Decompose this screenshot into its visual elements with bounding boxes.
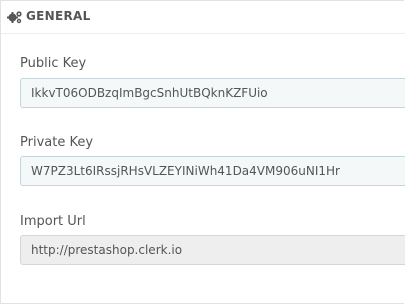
import-url-label: Import Url (20, 214, 86, 229)
panel-title: GENERAL (26, 9, 91, 23)
panel-heading: GENERAL (1, 1, 405, 34)
private-key-input[interactable]: W7PZ3Lt6IRssjRHsVLZEYINiWh41Da4VM906uNI1… (20, 156, 405, 186)
public-key-label: Public Key (20, 56, 87, 71)
import-url-input[interactable]: http://prestashop.clerk.io (20, 235, 405, 265)
cogs-icon (7, 11, 22, 24)
private-key-label: Private Key (20, 135, 94, 150)
settings-panel: GENERAL Public Key IkkvT06ODBzqImBgcSnhU… (0, 0, 405, 304)
public-key-input[interactable]: IkkvT06ODBzqImBgcSnhUtBQknKZFUio (20, 78, 405, 108)
